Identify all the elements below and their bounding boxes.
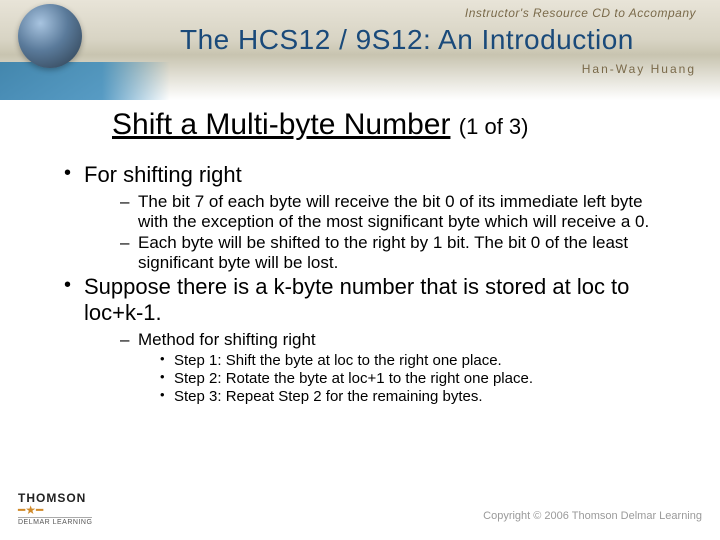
slide-title: Shift a Multi-byte Number (1 of 3)	[112, 108, 529, 142]
bullet-level2: Each byte will be shifted to the right b…	[120, 233, 670, 272]
slide-title-main: Shift a Multi-byte Number	[112, 108, 450, 141]
footer-publisher: THOMSON ━★━ DELMAR LEARNING	[18, 492, 92, 526]
globe-icon	[18, 4, 82, 68]
bullet-level3: Step 3: Repeat Step 2 for the remaining …	[160, 388, 670, 405]
slide-title-sub: (1 of 3)	[459, 114, 529, 139]
bullet-level2: Method for shifting right	[120, 330, 670, 350]
header-title: The HCS12 / 9S12: An Introduction	[180, 24, 634, 56]
bullet-level3: Step 1: Shift the byte at loc to the rig…	[160, 352, 670, 369]
bullet-level1: Suppose there is a k-byte number that is…	[60, 274, 670, 326]
header-pretitle: Instructor's Resource CD to Accompany	[465, 6, 696, 20]
bullet-level2: The bit 7 of each byte will receive the …	[120, 192, 670, 231]
footer-subbrand: DELMAR LEARNING	[18, 517, 92, 526]
footer-copyright: Copyright © 2006 Thomson Delmar Learning	[483, 510, 702, 522]
bullet-level3: Step 2: Rotate the byte at loc+1 to the …	[160, 370, 670, 387]
bullet-level1: For shifting right	[60, 162, 670, 188]
header-author: Han-Way Huang	[582, 62, 696, 76]
header-circuit-graphic	[0, 62, 170, 100]
star-icon: ━★━	[18, 504, 92, 516]
slide-content: For shifting right The bit 7 of each byt…	[60, 160, 670, 406]
